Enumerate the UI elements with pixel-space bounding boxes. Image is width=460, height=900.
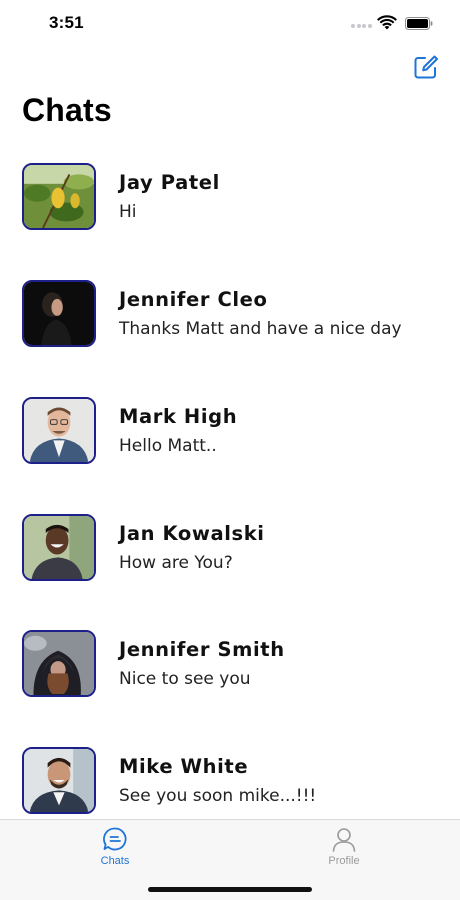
chat-last-message: Hi	[119, 202, 137, 222]
chat-name: Jennifer Smith	[119, 638, 285, 661]
battery-icon	[405, 17, 433, 30]
avatar	[22, 397, 96, 464]
page-title: Chats	[22, 92, 112, 128]
chat-last-message: Hello Matt..	[119, 436, 217, 456]
chat-row-mark-high[interactable]: Mark High Hello Matt..	[0, 396, 460, 486]
chat-row-jay-patel[interactable]: Jay Patel Hi	[0, 162, 460, 252]
chat-name: Jay Patel	[119, 171, 220, 194]
chat-name: Mike White	[119, 755, 249, 778]
tab-bar: Chats Profile	[0, 819, 460, 900]
chat-row-jan-kowalski[interactable]: Jan Kowalski How are You?	[0, 513, 460, 603]
compose-icon[interactable]	[413, 54, 439, 80]
chat-last-message: How are You?	[119, 553, 233, 573]
chat-row-jennifer-smith[interactable]: Jennifer Smith Nice to see you	[0, 629, 460, 719]
tab-chats[interactable]: Chats	[75, 826, 155, 872]
person-icon	[332, 828, 356, 852]
status-bar: 3:51	[0, 0, 460, 46]
chat-row-jennifer-cleo[interactable]: Jennifer Cleo Thanks Matt and have a nic…	[0, 279, 460, 369]
chat-row-mike-white[interactable]: Mike White See you soon mike...!!!	[0, 746, 460, 818]
chat-bubble-icon	[103, 827, 127, 851]
wifi-icon	[377, 15, 397, 30]
chat-last-message: Nice to see you	[119, 669, 251, 689]
avatar	[22, 280, 96, 347]
tab-label: Chats	[100, 855, 130, 867]
cellular-signal-icon	[351, 24, 373, 30]
avatar	[22, 514, 96, 581]
status-time: 3:51	[49, 13, 84, 32]
chat-last-message: See you soon mike...!!!	[119, 786, 317, 806]
home-indicator	[148, 887, 312, 892]
chat-list[interactable]: Jay Patel Hi Jennifer Cleo Thanks Matt a…	[0, 162, 460, 818]
chat-name: Jan Kowalski	[119, 522, 265, 545]
tab-label: Profile	[328, 855, 360, 867]
avatar	[22, 163, 96, 230]
tab-profile[interactable]: Profile	[304, 826, 384, 872]
chat-last-message: Thanks Matt and have a nice day	[119, 319, 402, 339]
chat-name: Jennifer Cleo	[119, 288, 268, 311]
avatar	[22, 747, 96, 814]
chat-name: Mark High	[119, 405, 238, 428]
avatar	[22, 630, 96, 697]
